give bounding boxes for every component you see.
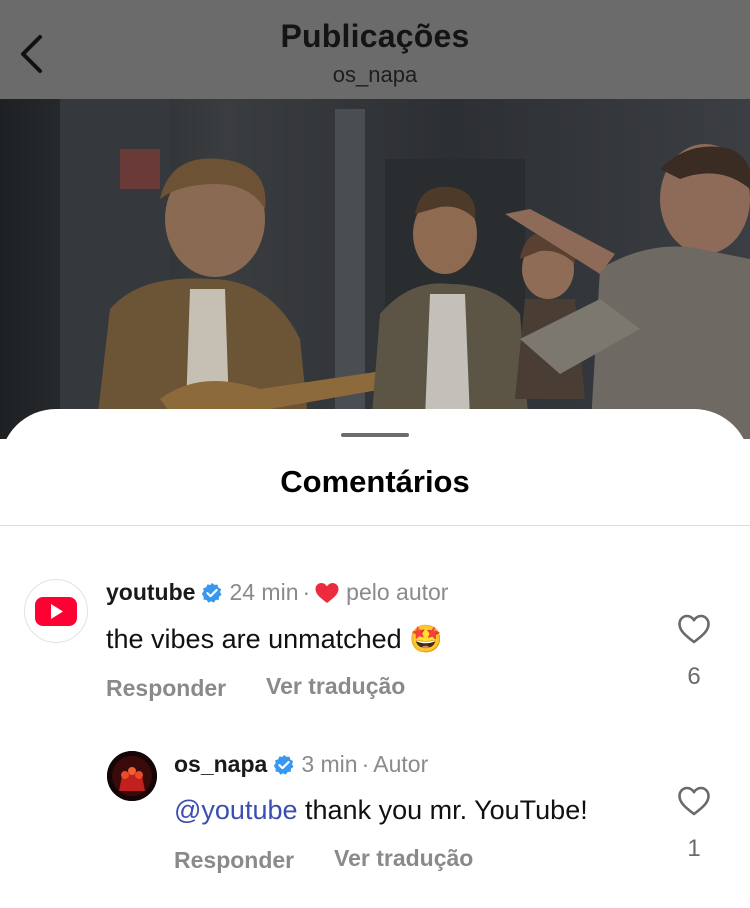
comment-time: 24 min: [229, 579, 299, 605]
youtube-logo-icon: [35, 597, 77, 626]
verified-badge-icon: [202, 582, 222, 603]
username[interactable]: youtube: [106, 579, 195, 606]
heart-filled-icon: [315, 582, 339, 603]
liked-by-author-label: pelo autor: [346, 579, 449, 605]
sheet-grabber[interactable]: [341, 433, 409, 437]
separator-dot: ·: [302, 579, 311, 605]
mention-link[interactable]: @youtube: [174, 795, 298, 825]
like-button[interactable]: [677, 613, 711, 645]
heart-outline-icon: [678, 614, 710, 644]
divider: [0, 525, 750, 526]
heart-outline-icon: [678, 786, 710, 816]
translate-button[interactable]: Ver tradução: [266, 673, 405, 700]
like-button[interactable]: [677, 785, 711, 817]
comment-meta: youtube 24 min · pelo autor: [106, 579, 448, 606]
reply-button[interactable]: Responder: [174, 847, 294, 874]
video-frame-image: [0, 99, 750, 439]
comment-text: @youtube thank you mr. YouTube!: [174, 795, 588, 826]
comment-text-content: thank you mr. YouTube!: [305, 795, 588, 825]
comment-meta: os_napa 3 min · Autor: [174, 751, 428, 778]
like-count: 1: [687, 835, 701, 862]
top-header: Publicações os_napa: [0, 0, 750, 99]
star-struck-emoji-icon: 🤩: [409, 624, 443, 654]
separator-dot: ·: [361, 751, 370, 777]
comments-sheet: Comentários youtube 24 min · pelo autor …: [0, 409, 750, 908]
page-title: Publicações: [280, 18, 470, 54]
author-label: Autor: [373, 751, 429, 777]
translate-button[interactable]: Ver tradução: [334, 845, 473, 872]
reply-button[interactable]: Responder: [106, 675, 226, 702]
username[interactable]: os_napa: [174, 751, 267, 778]
comment-youtube: youtube 24 min · pelo autor the vibes ar…: [0, 559, 750, 709]
sheet-title: Comentários: [280, 464, 470, 499]
comment-text: the vibes are unmatched 🤩: [106, 623, 443, 655]
comment-os-napa: os_napa 3 min · Autor @youtube thank you…: [0, 731, 750, 881]
comment-time: 3 min: [301, 751, 358, 777]
page-subtitle[interactable]: os_napa: [0, 62, 750, 88]
avatar[interactable]: [24, 579, 88, 643]
comment-text-content: the vibes are unmatched: [106, 624, 402, 654]
profile-photo: [107, 751, 157, 801]
post-video[interactable]: [0, 99, 750, 439]
verified-badge-icon: [274, 754, 294, 775]
like-count: 6: [687, 663, 701, 690]
avatar[interactable]: [107, 751, 157, 801]
